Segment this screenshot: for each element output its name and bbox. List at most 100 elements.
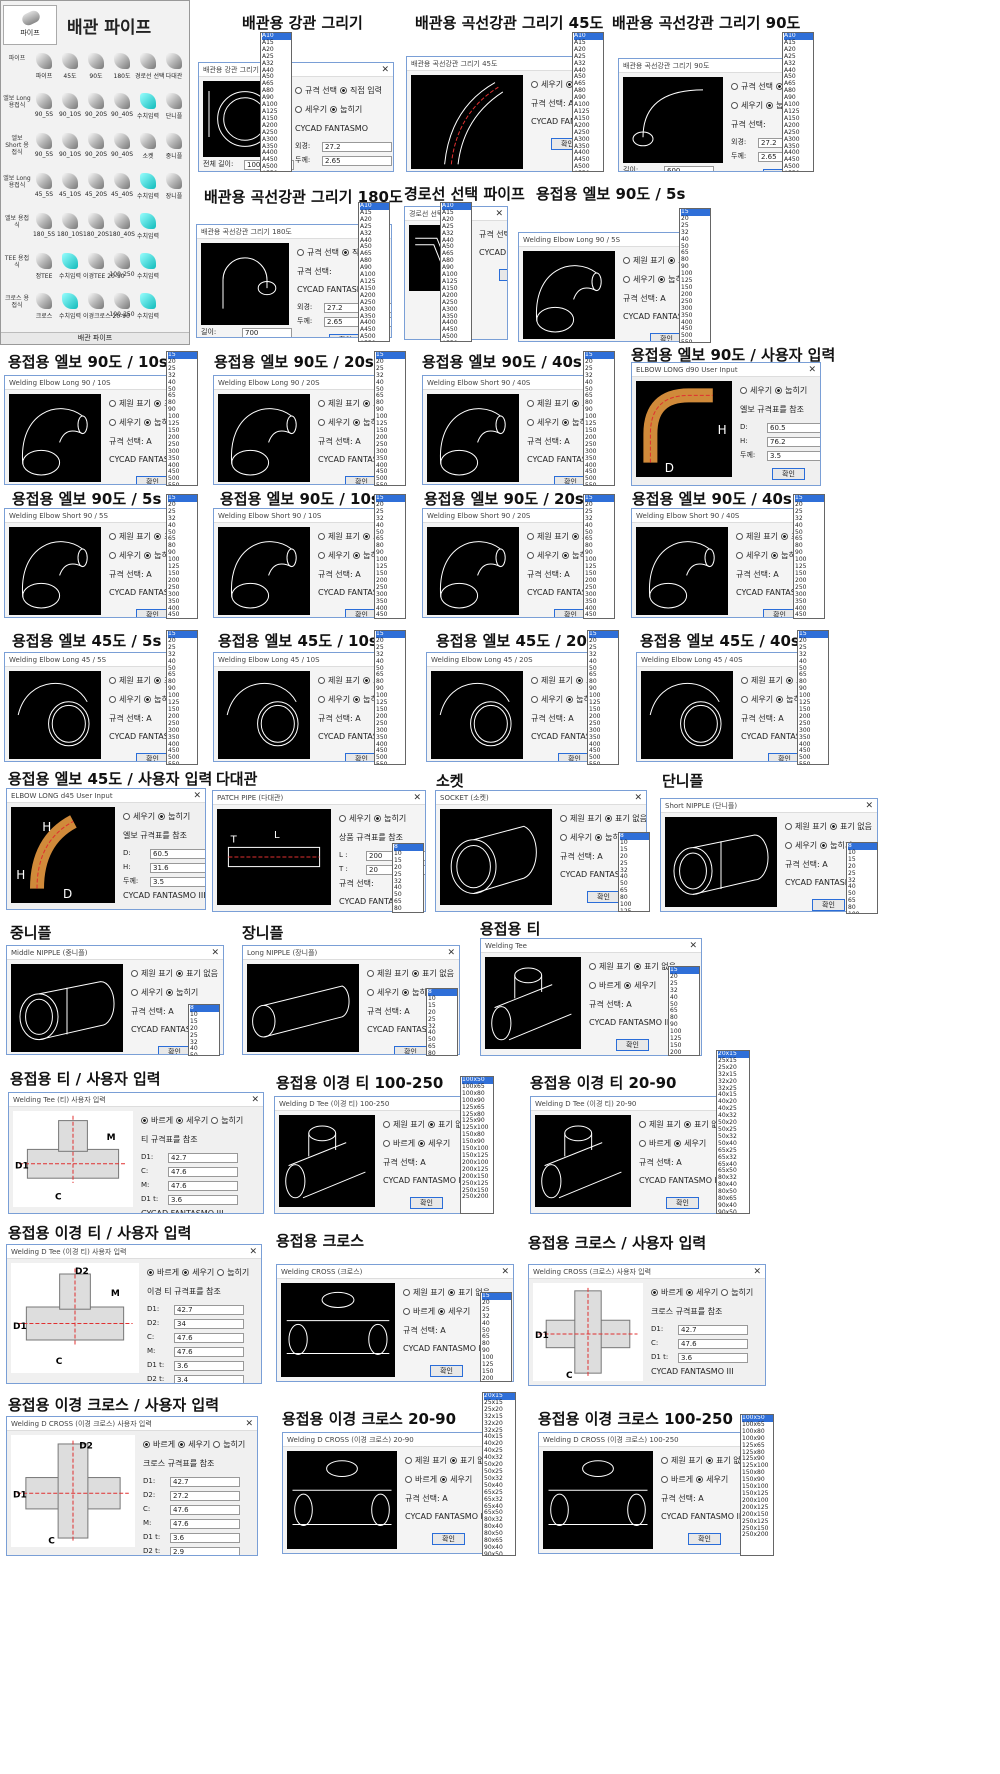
list-option[interactable]: 125: [620, 908, 649, 911]
radio-button[interactable]: [531, 81, 538, 88]
radio-button[interactable]: [403, 1308, 410, 1315]
toolbar-item-button[interactable]: 정TEE: [31, 253, 57, 280]
radio-button[interactable]: [318, 400, 325, 407]
list-option[interactable]: A550: [574, 170, 590, 171]
size-listbox[interactable]: 1520253240506580901001251502002503003504…: [166, 630, 198, 765]
close-icon[interactable]: ✕: [381, 63, 389, 76]
list-option[interactable]: 250x200: [742, 1532, 773, 1539]
toolbar-item-button[interactable]: 수치입력: [135, 93, 161, 120]
ok-button[interactable]: 확인: [136, 476, 169, 484]
field-input[interactable]: 31.6: [150, 862, 205, 873]
toolbar-item-button[interactable]: 소켓: [135, 133, 161, 160]
radio-button[interactable]: [527, 400, 534, 407]
size-listbox[interactable]: A10 A15 A20 A25 A32 A40 A50 A65 A80 A90 A100 A125 A1…: [782, 32, 814, 172]
size-listbox[interactable]: 8101520253240506580100125: [426, 988, 458, 1056]
toolbar-item-button[interactable]: 45_20S: [83, 173, 109, 198]
ok-button[interactable]: 확인: [650, 333, 683, 341]
ok-button[interactable]: 확인: [430, 1365, 463, 1377]
list-option[interactable]: A550: [442, 340, 458, 341]
radio-button[interactable]: [318, 696, 325, 703]
radio-button[interactable]: [741, 696, 748, 703]
field-input[interactable]: 34: [174, 1318, 244, 1329]
close-icon[interactable]: ✕: [211, 946, 219, 959]
radio-button[interactable]: [562, 419, 570, 426]
size-listbox[interactable]: 20x15 25x15 25x20 32x15 32x20 32x25 40x15 40x20…: [482, 1392, 516, 1556]
list-option[interactable]: 550: [585, 482, 614, 485]
close-icon[interactable]: ✕: [193, 789, 201, 802]
ok-button[interactable]: 확인: [688, 1533, 721, 1545]
radio-button[interactable]: [362, 533, 370, 540]
list-option[interactable]: 90x50: [484, 1551, 515, 1555]
close-icon[interactable]: ✕: [251, 1093, 259, 1106]
size-listbox[interactable]: A10 A15 A20 A25 A32 A40 A50 A65 A80 A90 A100 A125 A1…: [358, 202, 390, 342]
size-listbox[interactable]: A10 A15 A20 A25 A32 A40 A50 A65 A80 A90 A100 A125 A1…: [572, 32, 604, 172]
field-input[interactable]: 2.65: [322, 155, 392, 166]
radio-button[interactable]: [736, 533, 743, 540]
ok-button[interactable]: 확인: [158, 1046, 191, 1054]
radio-button[interactable]: [531, 677, 538, 684]
list-option[interactable]: 450: [376, 612, 405, 618]
field-input[interactable]: 42.7: [678, 1324, 748, 1335]
radio-button[interactable]: [785, 823, 792, 830]
toolbar-item-button[interactable]: 경로선 선택: [135, 53, 165, 80]
toolbar-item-button[interactable]: 크로스: [31, 293, 57, 320]
radio-button[interactable]: [182, 1269, 190, 1276]
toolbar-item-button[interactable]: 180_40S: [109, 213, 135, 238]
radio-button[interactable]: [820, 842, 828, 849]
radio-button[interactable]: [353, 552, 361, 559]
radio-button[interactable]: [144, 696, 152, 703]
field-input[interactable]: 3.6: [678, 1352, 748, 1363]
radio-button[interactable]: [166, 989, 174, 996]
radio-button[interactable]: [339, 815, 346, 822]
list-option[interactable]: 550: [376, 482, 405, 485]
size-listbox[interactable]: 1520253240506580901001251502002503003504…: [583, 351, 615, 486]
toolbar-item-button[interactable]: 90_10S: [57, 133, 83, 158]
toolbar-item-button[interactable]: 90_20S: [83, 93, 109, 118]
radio-button[interactable]: [123, 813, 130, 820]
toolbar-item-button[interactable]: 180_5S: [31, 213, 57, 238]
size-listbox[interactable]: 1520253240506580901001251502002503003504…: [374, 351, 406, 486]
field-input[interactable]: 3.4: [174, 1374, 244, 1383]
field-input[interactable]: 47.6: [168, 1180, 238, 1191]
size-listbox[interactable]: 1520253240506580901001251502002503003504…: [679, 208, 711, 343]
size-listbox[interactable]: 100x50 100x65 100x80 100x90 125x65 125x80 125x…: [460, 1076, 494, 1214]
radio-button[interactable]: [109, 696, 116, 703]
radio-button[interactable]: [639, 1140, 646, 1147]
toolbar-item-button[interactable]: 180_20S: [83, 213, 109, 238]
radio-button[interactable]: [780, 533, 788, 540]
close-icon[interactable]: ✕: [495, 207, 503, 220]
radio-button[interactable]: [531, 696, 538, 703]
size-listbox[interactable]: 1520253240506580901001251502002503003504…: [668, 966, 700, 1056]
field-input[interactable]: 42.7: [174, 1304, 244, 1315]
list-option[interactable]: 550: [589, 761, 618, 764]
radio-button[interactable]: [658, 276, 666, 283]
close-icon[interactable]: ✕: [249, 1245, 257, 1258]
field-input[interactable]: 2.9: [170, 1546, 240, 1555]
ok-button[interactable]: 확인: [554, 476, 587, 484]
list-option[interactable]: 550: [168, 761, 197, 764]
size-listbox[interactable]: 1520253240506580901001251502002503003504…: [583, 494, 615, 619]
radio-button[interactable]: [624, 982, 632, 989]
toolbar-item-button[interactable]: 90도: [83, 53, 109, 80]
list-option[interactable]: 450: [795, 612, 824, 618]
list-option[interactable]: A550: [784, 170, 800, 171]
radio-button[interactable]: [109, 552, 116, 559]
close-icon[interactable]: ✕: [245, 1417, 253, 1430]
size-listbox[interactable]: A10 A15 A20 A25 A32 A40 A50 A65 A80 A90 A100 A125 A1…: [260, 32, 292, 172]
field-input[interactable]: 3.5: [150, 876, 205, 887]
radio-button[interactable]: [633, 963, 641, 970]
radio-button[interactable]: [362, 400, 370, 407]
ok-button[interactable]: 확인: [768, 753, 801, 761]
ok-button[interactable]: 확인: [666, 1197, 699, 1209]
radio-button[interactable]: [741, 677, 748, 684]
size-listbox[interactable]: 1520253240506580901001251502002503003504…: [793, 494, 825, 619]
radio-button[interactable]: [402, 989, 410, 996]
radio-button[interactable]: [683, 1121, 691, 1128]
radio-button[interactable]: [131, 970, 138, 977]
radio-button[interactable]: [153, 400, 161, 407]
radio-button[interactable]: [785, 842, 792, 849]
radio-button[interactable]: [418, 1140, 426, 1147]
radio-button[interactable]: [158, 813, 166, 820]
ok-button[interactable]: 확인: [763, 609, 796, 617]
field-input[interactable]: 47.6: [174, 1346, 244, 1357]
